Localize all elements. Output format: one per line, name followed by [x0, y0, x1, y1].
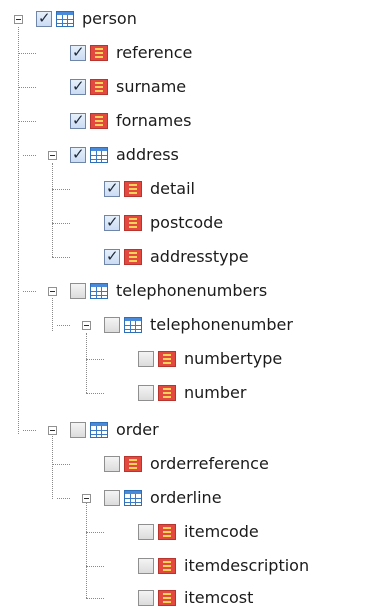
checkbox-unchecked[interactable] — [104, 456, 120, 472]
collapse-icon[interactable] — [82, 321, 91, 330]
collapse-icon[interactable] — [48, 287, 57, 296]
checkbox-unchecked[interactable] — [138, 385, 154, 401]
node-label: telephonenumber — [150, 315, 293, 334]
tree-node-addresstype[interactable]: addresstype — [0, 240, 365, 274]
node-label: fornames — [116, 111, 192, 130]
tree-node-number[interactable]: number — [0, 376, 365, 410]
node-label: address — [116, 145, 179, 164]
table-icon — [90, 147, 108, 163]
checkbox-checked[interactable] — [36, 9, 52, 27]
field-icon — [158, 590, 176, 606]
collapse-icon[interactable] — [14, 15, 23, 24]
tree-node-reference[interactable]: reference — [0, 36, 365, 70]
field-icon — [124, 456, 142, 472]
node-label: itemcode — [184, 522, 259, 541]
tree-node-telephonenumbers[interactable]: telephonenumbers — [0, 274, 365, 308]
checkbox-unchecked[interactable] — [138, 351, 154, 367]
node-label: postcode — [150, 213, 224, 232]
field-icon — [124, 181, 142, 197]
field-icon — [124, 249, 142, 265]
tree-node-itemcost[interactable]: itemcost — [0, 581, 365, 615]
collapse-icon[interactable] — [48, 151, 57, 160]
tree-node-itemdescription[interactable]: itemdescription — [0, 549, 365, 583]
checkbox-checked[interactable] — [70, 145, 86, 163]
checkbox-checked[interactable] — [70, 111, 86, 129]
checkbox-checked[interactable] — [70, 77, 86, 95]
checkbox-checked[interactable] — [104, 213, 120, 231]
node-label: person — [82, 9, 137, 28]
tree-node-telephonenumber[interactable]: telephonenumber — [0, 308, 365, 342]
collapse-icon[interactable] — [82, 494, 91, 503]
table-icon — [90, 422, 108, 438]
field-icon — [158, 351, 176, 367]
schema-tree: person reference surname fornames addres… — [0, 0, 365, 609]
node-label: orderreference — [150, 454, 269, 473]
tree-node-orderline[interactable]: orderline — [0, 481, 365, 515]
node-label: numbertype — [184, 349, 283, 368]
node-label: telephonenumbers — [116, 281, 268, 300]
tree-node-postcode[interactable]: postcode — [0, 206, 365, 240]
field-icon — [124, 215, 142, 231]
collapse-icon[interactable] — [48, 426, 57, 435]
node-label: itemcost — [184, 588, 254, 607]
field-icon — [158, 524, 176, 540]
tree-node-surname[interactable]: surname — [0, 70, 365, 104]
field-icon — [90, 45, 108, 61]
tree-node-itemcode[interactable]: itemcode — [0, 515, 365, 549]
node-label: order — [116, 420, 159, 439]
checkbox-unchecked[interactable] — [104, 490, 120, 506]
checkbox-unchecked[interactable] — [70, 422, 86, 438]
tree-node-person[interactable]: person — [0, 2, 365, 36]
node-label: orderline — [150, 488, 222, 507]
table-icon — [56, 11, 74, 27]
tree-node-fornames[interactable]: fornames — [0, 104, 365, 138]
tree-node-orderreference[interactable]: orderreference — [0, 447, 365, 481]
node-label: addresstype — [150, 247, 249, 266]
table-icon — [124, 490, 142, 506]
node-label: itemdescription — [184, 556, 310, 575]
node-label: reference — [116, 43, 193, 62]
table-icon — [90, 283, 108, 299]
node-label: detail — [150, 179, 195, 198]
checkbox-checked[interactable] — [104, 247, 120, 265]
checkbox-checked[interactable] — [104, 179, 120, 197]
field-icon — [158, 558, 176, 574]
tree-node-numbertype[interactable]: numbertype — [0, 342, 365, 376]
tree-node-order[interactable]: order — [0, 413, 365, 447]
table-icon — [124, 317, 142, 333]
checkbox-checked[interactable] — [70, 43, 86, 61]
checkbox-unchecked[interactable] — [104, 317, 120, 333]
tree-node-address[interactable]: address — [0, 138, 365, 172]
tree-node-detail[interactable]: detail — [0, 172, 365, 206]
node-label: surname — [116, 77, 187, 96]
checkbox-unchecked[interactable] — [138, 524, 154, 540]
field-icon — [90, 79, 108, 95]
node-label: number — [184, 383, 247, 402]
checkbox-unchecked[interactable] — [138, 558, 154, 574]
checkbox-unchecked[interactable] — [138, 590, 154, 606]
checkbox-unchecked[interactable] — [70, 283, 86, 299]
field-icon — [158, 385, 176, 401]
field-icon — [90, 113, 108, 129]
